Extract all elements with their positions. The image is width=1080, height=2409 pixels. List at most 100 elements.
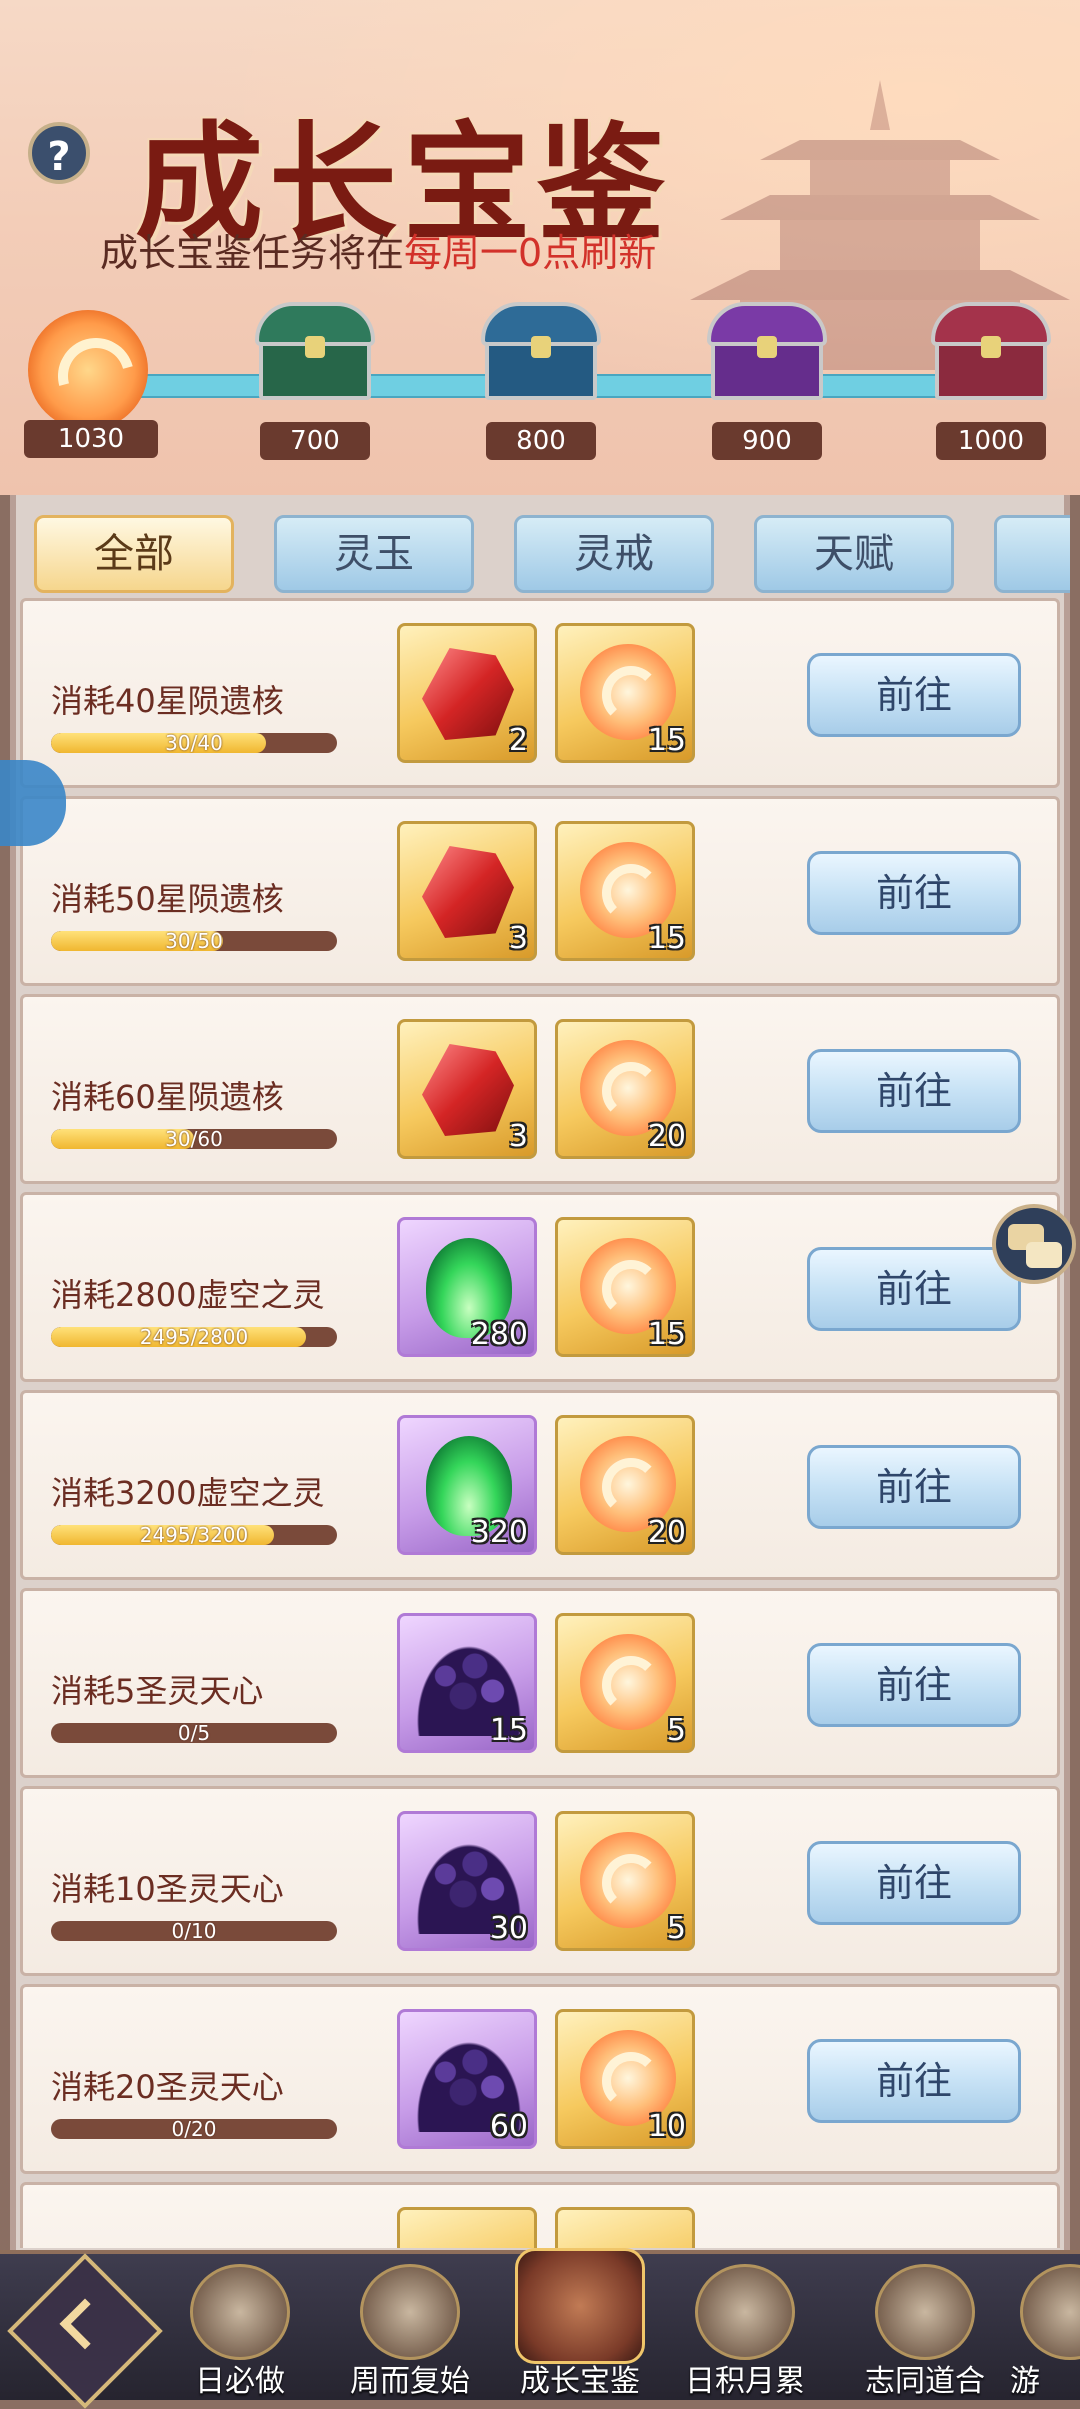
go-button[interactable]: 前往 bbox=[807, 2039, 1021, 2123]
task-progress-bar: 30/50 bbox=[51, 931, 337, 951]
nav-label: 志同道合 bbox=[865, 2364, 985, 2399]
task-progress-text: 0/5 bbox=[177, 1723, 211, 1743]
category-tabs: 全部 灵玉 灵戒 天赋 宝 bbox=[22, 515, 1070, 595]
task-row: 消耗60星陨遗核 30/60 3 20 前往 bbox=[20, 994, 1060, 1184]
scroll-figure-icon bbox=[190, 2264, 290, 2360]
growth-points-icon bbox=[28, 310, 148, 430]
tab-talent[interactable]: 天赋 bbox=[754, 515, 954, 593]
task-progress-text: 2495/3200 bbox=[139, 1525, 249, 1545]
reward-quantity: 3 bbox=[508, 921, 528, 956]
task-row: 消耗20圣灵天心 0/20 60 10 前往 bbox=[20, 1984, 1060, 2174]
task-row: 消耗40星陨遗核 30/40 2 15 前往 bbox=[20, 598, 1060, 788]
task-progress-text: 0/20 bbox=[171, 2119, 217, 2139]
task-row: 消耗5圣灵天心 0/5 15 5 前往 bbox=[20, 1588, 1060, 1778]
task-progress-text: 0/10 bbox=[171, 1921, 217, 1941]
task-progress-text: 2495/2800 bbox=[139, 1327, 249, 1347]
tab-all[interactable]: 全部 bbox=[34, 515, 234, 593]
reward-quantity: 320 bbox=[470, 1515, 528, 1550]
reward-quantity: 30 bbox=[489, 1911, 528, 1946]
tab-treasure[interactable]: 宝 bbox=[994, 515, 1070, 593]
reward-quantity: 60 bbox=[489, 2109, 528, 2144]
reward-item[interactable]: 3 bbox=[397, 821, 537, 961]
reward-item[interactable]: 15 bbox=[397, 1613, 537, 1753]
task-progress-bar: 2495/2800 bbox=[51, 1327, 337, 1347]
reward-item[interactable]: 320 bbox=[397, 1415, 537, 1555]
reward-item[interactable]: 60 bbox=[397, 2009, 537, 2149]
go-button[interactable]: 前往 bbox=[807, 1841, 1021, 1925]
task-progress-bar: 30/40 bbox=[51, 733, 337, 753]
go-button[interactable]: 前往 bbox=[807, 1049, 1021, 1133]
red-crystal-icon bbox=[422, 648, 514, 740]
reward-quantity: 5 bbox=[666, 1911, 686, 1946]
companions-icon bbox=[875, 2264, 975, 2360]
reward-item[interactable]: 2 bbox=[397, 623, 537, 763]
milestone-chest-900[interactable]: 900 bbox=[702, 290, 832, 460]
task-progress-bar: 2495/3200 bbox=[51, 1525, 337, 1545]
task-name: 消耗10圣灵天心 bbox=[51, 1870, 284, 1908]
nav-label: 日积月累 bbox=[685, 2364, 805, 2399]
reward-quantity: 280 bbox=[470, 1317, 528, 1352]
milestone-label: 1000 bbox=[936, 422, 1046, 460]
task-progress-bar: 0/5 bbox=[51, 1723, 337, 1743]
go-button[interactable]: 前往 bbox=[807, 851, 1021, 935]
treasure-chest-icon bbox=[931, 302, 1051, 402]
task-name: 消耗5圣灵天心 bbox=[51, 1672, 264, 1710]
task-progress-text: 30/50 bbox=[165, 931, 223, 951]
task-name: 消耗3200虚空之灵 bbox=[51, 1474, 325, 1512]
go-button[interactable]: 前往 bbox=[807, 1643, 1021, 1727]
nav-travel[interactable]: 游 bbox=[990, 2254, 1080, 2400]
treasure-chest-icon bbox=[707, 302, 827, 402]
reward-item[interactable]: 15 bbox=[555, 821, 695, 961]
task-row: 消耗50星陨遗核 30/50 3 15 前往 bbox=[20, 796, 1060, 986]
chat-icon[interactable] bbox=[992, 1204, 1076, 1284]
hourglass-icon bbox=[695, 2264, 795, 2360]
tab-spirit-jade[interactable]: 灵玉 bbox=[274, 515, 474, 593]
header-banner: ? 成长宝鉴 成长宝鉴任务将在每周一0点刷新 1030 700 800 900 … bbox=[0, 0, 1080, 495]
milestone-chest-700[interactable]: 700 bbox=[250, 290, 380, 460]
reward-item[interactable]: 280 bbox=[397, 1217, 537, 1357]
milestone-chest-1000[interactable]: 1000 bbox=[926, 290, 1056, 460]
nav-accumulation[interactable]: 日积月累 bbox=[655, 2254, 835, 2400]
nav-label: 成长宝鉴 bbox=[520, 2364, 640, 2399]
reward-quantity: 15 bbox=[647, 1317, 686, 1352]
gold-coin-icon bbox=[580, 1634, 676, 1730]
treasure-chest-icon bbox=[255, 302, 375, 402]
nav-weekly-cycle[interactable]: 周而复始 bbox=[320, 2254, 500, 2400]
task-row: 消耗10圣灵天心 0/10 30 5 前往 bbox=[20, 1786, 1060, 1976]
book-icon bbox=[360, 2264, 460, 2360]
reward-item[interactable]: 20 bbox=[555, 1415, 695, 1555]
go-button[interactable]: 前往 bbox=[807, 1247, 1021, 1331]
reward-quantity: 2 bbox=[508, 723, 528, 758]
reward-quantity: 15 bbox=[489, 1713, 528, 1748]
back-button[interactable] bbox=[7, 2253, 163, 2409]
refresh-notice: 成长宝鉴任务将在每周一0点刷新 bbox=[100, 222, 656, 277]
red-crystal-icon bbox=[422, 846, 514, 938]
bottom-nav: 日必做 周而复始 成长宝鉴 日积月累 志同道合 游 bbox=[0, 2248, 1080, 2409]
refresh-notice-highlight: 每周一0点刷新 bbox=[404, 231, 657, 275]
reward-item[interactable]: 30 bbox=[397, 1811, 537, 1951]
gold-coin-icon bbox=[580, 1832, 676, 1928]
reward-item[interactable]: 5 bbox=[555, 1811, 695, 1951]
reward-item[interactable]: 15 bbox=[555, 623, 695, 763]
reward-item[interactable]: 20 bbox=[555, 1019, 695, 1159]
nav-companions[interactable]: 志同道合 bbox=[835, 2254, 1015, 2400]
reward-item[interactable] bbox=[555, 2207, 695, 2248]
red-crystal-icon bbox=[422, 1044, 514, 1136]
task-name: 消耗20圣灵天心 bbox=[51, 2068, 284, 2106]
reward-item[interactable]: 3 bbox=[397, 1019, 537, 1159]
task-list: 消耗40星陨遗核 30/40 2 15 前往 消耗50星陨遗核 30/50 3 … bbox=[16, 598, 1064, 2248]
go-button[interactable]: 前往 bbox=[807, 1445, 1021, 1529]
reward-item[interactable]: 5 bbox=[555, 1613, 695, 1753]
nav-daily-tasks[interactable]: 日必做 bbox=[150, 2254, 330, 2400]
nav-label: 周而复始 bbox=[350, 2364, 470, 2399]
reward-item[interactable] bbox=[397, 2207, 537, 2248]
go-button[interactable]: 前往 bbox=[807, 653, 1021, 737]
task-progress-bar: 0/20 bbox=[51, 2119, 337, 2139]
tab-spirit-ring[interactable]: 灵戒 bbox=[514, 515, 714, 593]
reward-item[interactable]: 15 bbox=[555, 1217, 695, 1357]
nav-growth-guide[interactable]: 成长宝鉴 bbox=[490, 2248, 670, 2400]
reward-item[interactable]: 10 bbox=[555, 2009, 695, 2149]
task-progress-text: 30/60 bbox=[165, 1129, 223, 1149]
milestone-chest-800[interactable]: 800 bbox=[476, 290, 606, 460]
help-button[interactable]: ? bbox=[28, 122, 90, 184]
